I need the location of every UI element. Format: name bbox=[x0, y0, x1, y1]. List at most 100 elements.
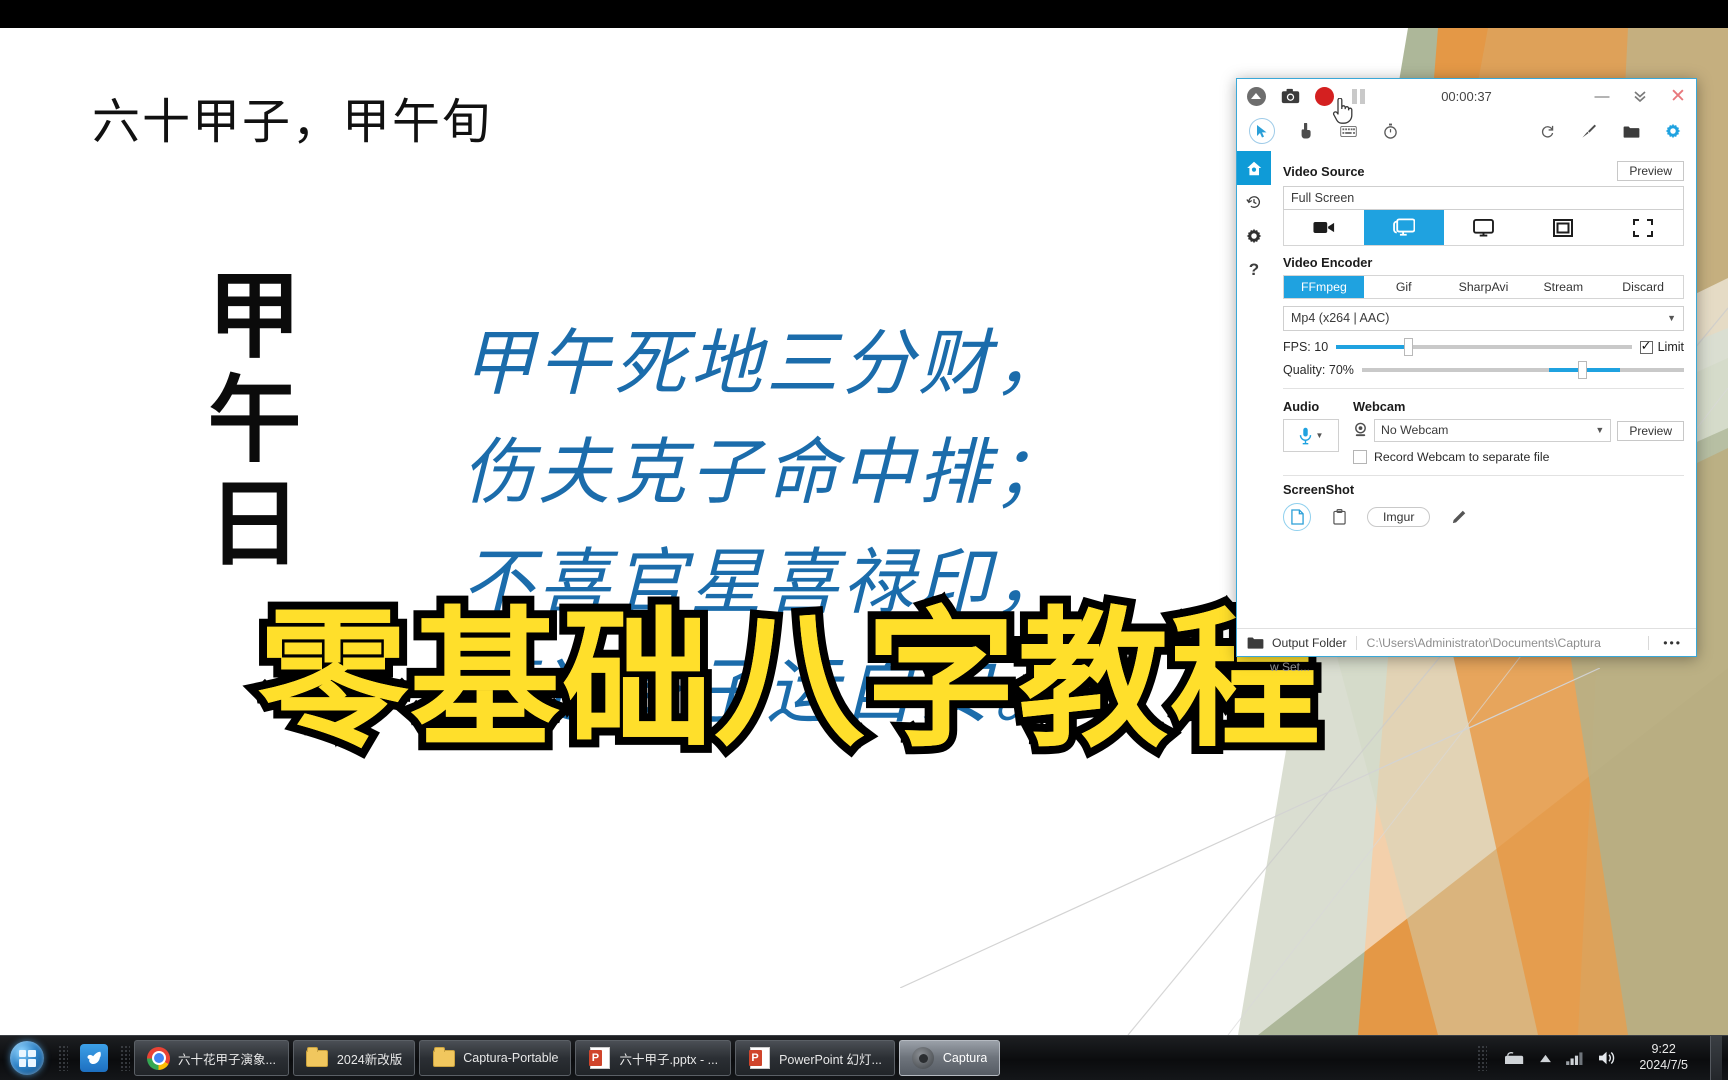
pencil-icon[interactable] bbox=[1444, 503, 1472, 531]
collapse-up-icon[interactable] bbox=[1245, 85, 1267, 107]
output-folder-path[interactable]: C:\Users\Administrator\Documents\Captura bbox=[1357, 635, 1650, 650]
webcam-icon bbox=[1353, 422, 1368, 440]
tab-discard[interactable]: Discard bbox=[1603, 276, 1683, 298]
divider bbox=[1283, 475, 1684, 476]
mode-desktop[interactable] bbox=[1444, 210, 1524, 245]
mode-video-camera[interactable] bbox=[1284, 210, 1364, 245]
start-button[interactable] bbox=[0, 1041, 54, 1075]
folder-icon bbox=[1237, 636, 1272, 649]
sidebar-item-settings[interactable] bbox=[1237, 219, 1271, 253]
tab-gif[interactable]: Gif bbox=[1364, 276, 1444, 298]
taskbar: 六十花甲子演象... 2024新改版 Captura-Portable 六十甲子… bbox=[0, 1035, 1728, 1080]
chrome-icon bbox=[147, 1046, 170, 1070]
encoder-format-select[interactable]: Mp4 (x264 | AAC) ▼ bbox=[1283, 306, 1684, 331]
brush-icon[interactable] bbox=[1578, 120, 1600, 142]
quality-slider[interactable] bbox=[1361, 361, 1684, 379]
chevron-double-down-icon[interactable] bbox=[1630, 86, 1650, 106]
mode-region[interactable] bbox=[1603, 210, 1683, 245]
record-webcam-separate-label: Record Webcam to separate file bbox=[1374, 450, 1550, 464]
imgur-button[interactable]: Imgur bbox=[1367, 507, 1431, 527]
windows-start-icon bbox=[10, 1041, 44, 1075]
webcam-value: No Webcam bbox=[1381, 423, 1449, 437]
taskbar-item-powerpoint-file[interactable]: 六十甲子.pptx - ... bbox=[575, 1040, 732, 1076]
audio-column: Audio ▼ bbox=[1283, 395, 1339, 452]
sidebar-item-history[interactable] bbox=[1237, 185, 1271, 219]
divider bbox=[1283, 388, 1684, 389]
fps-slider[interactable] bbox=[1336, 338, 1632, 356]
video-source-mode-row bbox=[1283, 210, 1684, 246]
file-icon[interactable] bbox=[1283, 503, 1311, 531]
microphone-button[interactable]: ▼ bbox=[1283, 419, 1339, 452]
refresh-icon[interactable] bbox=[1536, 120, 1558, 142]
minimize-icon[interactable]: — bbox=[1592, 86, 1612, 106]
hand-click-icon[interactable] bbox=[1295, 120, 1317, 142]
record-webcam-separate-checkbox[interactable]: Record Webcam to separate file bbox=[1353, 450, 1684, 464]
tab-ffmpeg[interactable]: FFmpeg bbox=[1284, 276, 1364, 298]
show-hidden-icons-arrow[interactable] bbox=[1539, 1054, 1552, 1063]
clock[interactable]: 9:22 2024/7/5 bbox=[1631, 1042, 1696, 1073]
folder-icon[interactable] bbox=[1620, 120, 1642, 142]
taskbar-item-label: 2024新改版 bbox=[336, 1052, 403, 1067]
output-folder-more-button[interactable]: ••• bbox=[1649, 636, 1696, 650]
quality-value: 70% bbox=[1328, 363, 1354, 377]
stopwatch-icon[interactable] bbox=[1379, 120, 1401, 142]
mouse-cursor-icon bbox=[1332, 97, 1354, 126]
screen: 六十甲子，甲午旬 甲午日 甲午死地三分财， 伤夫克子命中排； 不喜官星喜禄印， … bbox=[0, 0, 1728, 1080]
taskbar-item-label: Captura bbox=[942, 1051, 988, 1065]
taskbar-item-folder-2024[interactable]: 2024新改版 bbox=[292, 1040, 416, 1076]
captura-icon bbox=[912, 1047, 935, 1070]
microphone-icon bbox=[1299, 427, 1311, 444]
mode-screen[interactable] bbox=[1363, 210, 1444, 245]
chevron-down-icon: ▼ bbox=[1315, 431, 1324, 440]
folder-icon bbox=[306, 1046, 329, 1070]
fps-row: FPS: 10 Limit bbox=[1283, 338, 1684, 356]
taskbar-item-chrome[interactable]: 六十花甲子演象... bbox=[134, 1040, 289, 1076]
captura-body: ? Video Source Preview Full Screen Video… bbox=[1237, 149, 1696, 628]
taskbar-item-powerpoint-slideshow[interactable]: PowerPoint 幻灯... bbox=[735, 1040, 895, 1076]
powerpoint-icon bbox=[588, 1047, 611, 1070]
clipboard-icon[interactable] bbox=[1325, 503, 1353, 531]
screenshot-heading: ScreenShot bbox=[1283, 482, 1355, 497]
output-folder-label: Output Folder bbox=[1272, 635, 1357, 650]
powerpoint-icon bbox=[748, 1047, 771, 1070]
fps-limit-checkbox[interactable]: Limit bbox=[1639, 338, 1684, 354]
partial-settings-text: w Set... bbox=[1270, 660, 1311, 674]
taskbar-item-captura[interactable]: Captura bbox=[898, 1040, 1001, 1076]
gear-icon[interactable] bbox=[1662, 120, 1684, 142]
video-encoder-tabs: FFmpeg Gif SharpAvi Stream Discard bbox=[1283, 275, 1684, 299]
mode-window[interactable] bbox=[1523, 210, 1603, 245]
video-source-value[interactable]: Full Screen bbox=[1283, 186, 1684, 210]
taskbar-item-label: 六十甲子.pptx - ... bbox=[619, 1052, 719, 1067]
sidebar-item-help[interactable]: ? bbox=[1237, 253, 1271, 287]
clock-date: 2024/7/5 bbox=[1639, 1058, 1688, 1072]
volume-icon[interactable] bbox=[1598, 1050, 1617, 1066]
tab-stream[interactable]: Stream bbox=[1523, 276, 1603, 298]
webcam-row: No Webcam ▼ Preview bbox=[1353, 419, 1684, 442]
fps-label: FPS: bbox=[1283, 340, 1311, 354]
show-desktop-button[interactable] bbox=[1710, 1035, 1722, 1080]
screenshot-actions: Imgur bbox=[1283, 503, 1684, 531]
taskbar-item-label: 六十花甲子演象... bbox=[178, 1052, 276, 1067]
quicklaunch-dove-app[interactable] bbox=[72, 1044, 116, 1072]
webcam-select[interactable]: No Webcam ▼ bbox=[1374, 419, 1612, 442]
taskbar-grip[interactable] bbox=[58, 1045, 68, 1071]
tab-sharpavi[interactable]: SharpAvi bbox=[1444, 276, 1524, 298]
webcam-preview-button[interactable]: Preview bbox=[1617, 420, 1684, 441]
camera-icon[interactable] bbox=[1279, 85, 1301, 107]
captura-window: 00:00:37 — ✕ ? Video Source Preview Full… bbox=[1236, 78, 1697, 657]
input-method-icon[interactable] bbox=[1505, 1051, 1525, 1066]
checkbox-box bbox=[1353, 450, 1367, 464]
slide-title: 六十甲子，甲午旬 bbox=[92, 96, 493, 149]
taskbar-grip-2[interactable] bbox=[120, 1045, 130, 1071]
taskbar-item-folder-captura-portable[interactable]: Captura-Portable bbox=[419, 1040, 572, 1076]
quality-label: Quality: bbox=[1283, 363, 1326, 377]
sidebar-item-home[interactable] bbox=[1237, 151, 1271, 185]
tray-grip[interactable] bbox=[1477, 1045, 1488, 1071]
close-icon[interactable]: ✕ bbox=[1668, 86, 1688, 107]
cursor-icon[interactable] bbox=[1249, 118, 1275, 144]
taskbar-item-label: Captura-Portable bbox=[463, 1051, 559, 1065]
network-signal-icon[interactable] bbox=[1566, 1051, 1584, 1065]
video-source-preview-button[interactable]: Preview bbox=[1617, 161, 1684, 181]
fps-limit-label: Limit bbox=[1657, 340, 1684, 354]
webcam-column: Webcam No Webcam ▼ Preview Record Webcam… bbox=[1353, 395, 1684, 464]
